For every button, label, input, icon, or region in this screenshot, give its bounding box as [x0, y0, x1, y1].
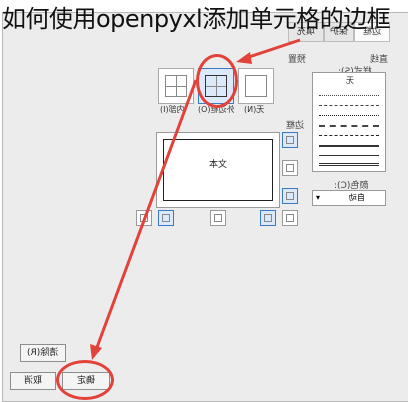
page-title: 如何使用openpyxl添加单元格的边框 — [2, 5, 391, 33]
annotation-arrows — [90, 38, 301, 360]
arrow-to-ok — [94, 79, 198, 351]
arrow-to-outline — [245, 38, 301, 60]
arrowhead-outline — [236, 52, 252, 64]
arrowhead-ok — [90, 344, 102, 360]
